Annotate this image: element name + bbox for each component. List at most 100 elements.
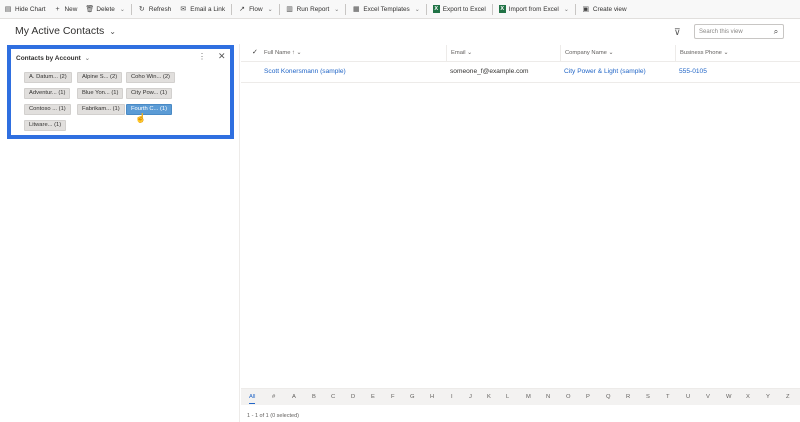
view-icon: ▣ xyxy=(582,6,590,13)
alpha-filter[interactable]: E xyxy=(371,389,375,405)
create-view-label: Create view xyxy=(592,5,627,13)
grid-header: ✓ Full Name ↑ ⌄ Email ⌄ Company Name ⌄ B… xyxy=(241,45,800,62)
new-button[interactable]: + New xyxy=(50,0,82,18)
alpha-filter[interactable]: P xyxy=(586,389,590,405)
delete-button[interactable]: 🗑 Delete ⌄ xyxy=(81,0,129,18)
chart-title: Contacts by Account xyxy=(16,55,81,62)
alpha-filter[interactable]: Z xyxy=(786,389,790,405)
pane-divider xyxy=(239,44,240,422)
alpha-filter[interactable]: # xyxy=(272,389,275,405)
hide-chart-label: Hide Chart xyxy=(15,5,46,13)
chart-tag[interactable]: Adventur... (1) xyxy=(24,88,71,99)
alpha-filter[interactable]: M xyxy=(526,389,531,405)
alpha-filter[interactable]: X xyxy=(746,389,750,405)
mail-icon: ✉ xyxy=(180,6,187,13)
excel-icon: X xyxy=(498,5,506,13)
command-bar: ▤ Hide Chart + New 🗑 Delete ⌄ ↻ Refresh … xyxy=(0,0,800,19)
alpha-filter[interactable]: U xyxy=(686,389,690,405)
chart-tag[interactable]: Blue Yon... (1) xyxy=(77,88,124,99)
alpha-filter[interactable]: B xyxy=(312,389,316,405)
run-report-button[interactable]: ▥ Run Report ⌄ xyxy=(282,0,344,18)
refresh-icon: ↻ xyxy=(138,6,145,13)
divider xyxy=(345,3,347,15)
alpha-filter[interactable]: Q xyxy=(606,389,611,405)
phone-cell[interactable]: 555-0105 xyxy=(679,62,707,82)
alpha-filter[interactable]: O xyxy=(566,389,571,405)
email-link-label: Email a Link xyxy=(190,5,226,13)
export-excel-button[interactable]: X Export to Excel xyxy=(429,0,490,18)
import-excel-label: Import from Excel xyxy=(508,5,559,13)
chart-selector[interactable]: Contacts by Account ⌄ xyxy=(16,54,90,62)
column-header-full-name[interactable]: Full Name ↑ ⌄ xyxy=(264,45,301,61)
alpha-filter[interactable]: I xyxy=(451,389,453,405)
chevron-down-icon[interactable]: ⌄ xyxy=(268,6,273,13)
alpha-filter[interactable]: K xyxy=(487,389,491,405)
hide-chart-button[interactable]: ▤ Hide Chart xyxy=(0,0,50,18)
chart-tag-selected[interactable]: Fourth C... (1) xyxy=(126,104,173,115)
excel-icon: X xyxy=(432,5,440,13)
alpha-filter[interactable]: D xyxy=(351,389,355,405)
alpha-filter[interactable]: R xyxy=(626,389,630,405)
flow-label: Flow xyxy=(249,5,263,13)
email-link-button[interactable]: ✉ Email a Link xyxy=(175,0,229,18)
chevron-down-icon[interactable]: ⌄ xyxy=(334,6,339,13)
table-row[interactable]: Scott Konersmann (sample) someone_f@exam… xyxy=(241,62,800,83)
delete-label: Delete xyxy=(96,5,115,13)
divider xyxy=(278,3,280,15)
view-selector[interactable]: My Active Contacts ⌄ xyxy=(15,25,116,37)
chart-tag[interactable]: City Pow... (1) xyxy=(126,88,173,99)
alpha-filter[interactable]: W xyxy=(726,389,731,405)
chevron-down-icon: ⌄ xyxy=(82,55,91,62)
chevron-down-icon: ⌄ xyxy=(109,26,116,36)
chart-tag[interactable]: Fabrikam... (1) xyxy=(77,104,125,115)
alpha-filter-all[interactable]: All xyxy=(249,391,256,404)
trash-icon: 🗑 xyxy=(85,6,95,13)
filter-icon[interactable]: ⊽ xyxy=(674,27,681,38)
chart-tag[interactable]: Coho Win... (2) xyxy=(126,72,175,83)
alpha-filter[interactable]: N xyxy=(546,389,550,405)
page-title: My Active Contacts xyxy=(15,25,105,37)
chart-tag[interactable]: Alpine S... (2) xyxy=(77,72,123,83)
chart-tag[interactable]: A. Datum... (2) xyxy=(24,72,72,83)
alpha-filter[interactable]: F xyxy=(391,389,395,405)
column-label: Full Name xyxy=(264,50,291,56)
alpha-filter[interactable]: V xyxy=(706,389,710,405)
alpha-filter[interactable]: J xyxy=(469,389,472,405)
alpha-filter[interactable]: Y xyxy=(766,389,770,405)
chevron-down-icon[interactable]: ⌄ xyxy=(120,6,125,13)
create-view-button[interactable]: ▣ Create view xyxy=(578,0,631,18)
column-header-email[interactable]: Email ⌄ xyxy=(446,45,472,61)
column-label: Company Name xyxy=(565,50,607,56)
alpha-filter[interactable]: T xyxy=(666,389,670,405)
chart-tag[interactable]: Contoso ... (1) xyxy=(24,104,71,115)
full-name-link[interactable]: Scott Konersmann (sample) xyxy=(264,62,346,82)
refresh-button[interactable]: ↻ Refresh xyxy=(134,0,175,18)
plus-icon: + xyxy=(55,5,60,13)
email-cell[interactable]: someone_f@example.com xyxy=(450,62,529,82)
search-icon[interactable]: ⌕ xyxy=(769,27,783,37)
company-link[interactable]: City Power & Light (sample) xyxy=(564,62,646,82)
column-header-company[interactable]: Company Name ⌄ xyxy=(560,45,613,61)
alpha-filter[interactable]: H xyxy=(430,389,434,405)
alpha-filter[interactable]: G xyxy=(410,389,415,405)
excel-templates-button[interactable]: ▦ Excel Templates ⌄ xyxy=(348,0,423,18)
alpha-filter[interactable]: C xyxy=(331,389,335,405)
import-excel-button[interactable]: X Import from Excel ⌄ xyxy=(495,0,573,18)
hand-cursor-icon: ☝ xyxy=(135,113,147,123)
chevron-down-icon[interactable]: ⌄ xyxy=(415,6,420,13)
refresh-label: Refresh xyxy=(148,5,172,13)
column-header-phone[interactable]: Business Phone ⌄ xyxy=(675,45,728,61)
search-input[interactable]: Search this view ⌕ xyxy=(694,24,784,39)
alpha-filter[interactable]: A xyxy=(292,389,296,405)
column-label: Business Phone xyxy=(680,50,722,56)
excel-templates-label: Excel Templates xyxy=(363,5,410,13)
chevron-down-icon[interactable]: ⌄ xyxy=(564,6,569,13)
chart-tag[interactable]: Litware... (1) xyxy=(24,120,67,131)
more-options-icon[interactable]: ⋮ xyxy=(198,52,206,61)
close-icon[interactable]: ✕ xyxy=(218,51,226,62)
alpha-filter[interactable]: L xyxy=(506,389,509,405)
alpha-filter[interactable]: S xyxy=(646,389,650,405)
select-all-checkbox[interactable]: ✓ xyxy=(252,45,258,61)
flow-button[interactable]: ↗ Flow ⌄ xyxy=(234,0,277,18)
chart-icon: ▤ xyxy=(4,6,12,13)
